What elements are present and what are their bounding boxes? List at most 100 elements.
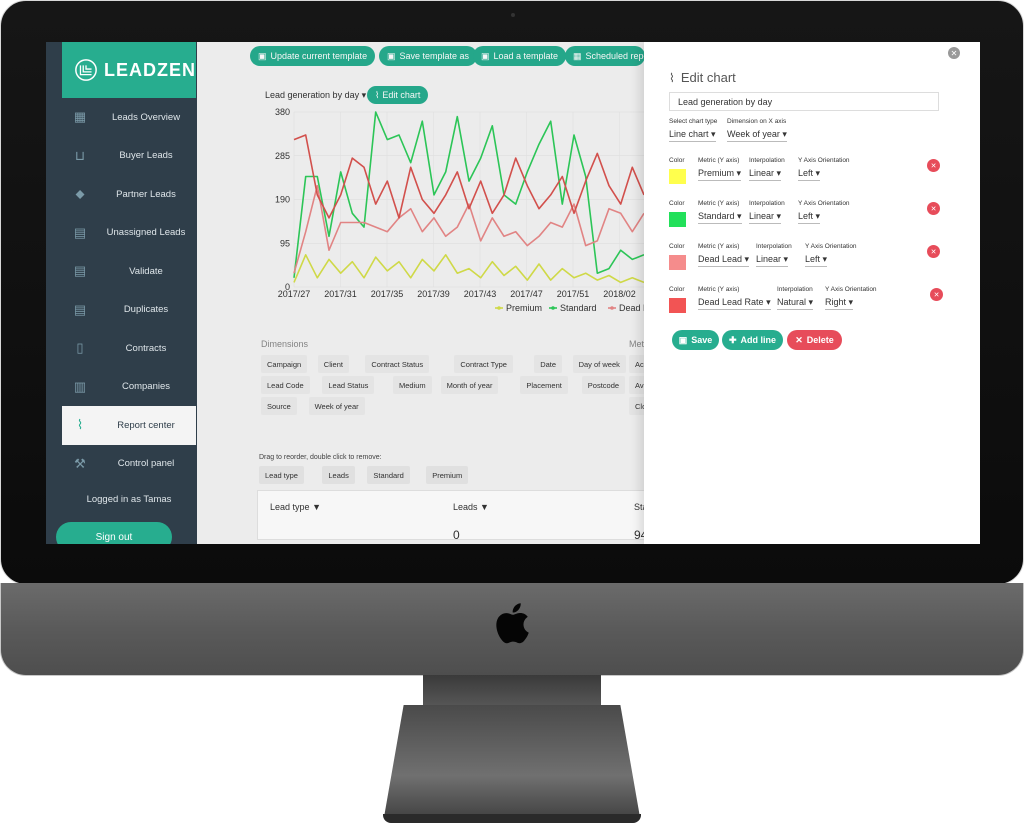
sidebar-item-label: Contracts	[125, 342, 167, 354]
imac-stand-foot	[383, 814, 641, 823]
edit-chart-modal: ✕ ⌇ Edit chart Select chart type Line ch…	[644, 42, 980, 544]
remove-line-icon[interactable]: ✕	[927, 245, 940, 258]
apple-logo-icon	[496, 603, 529, 644]
sidebar-item-companies[interactable]: ▥ Companies	[62, 368, 196, 407]
interpolation-select[interactable]: Linear ▾	[756, 254, 789, 267]
contract-icon: ▯	[76, 340, 84, 356]
sign-out-button[interactable]: Sign out	[56, 522, 172, 544]
metric-label: Metric (Y axis)	[698, 157, 740, 164]
add-line-label: Add line	[740, 335, 777, 345]
metric-select-value: Dead Lead Rate	[698, 297, 764, 307]
color-label: Color	[669, 286, 685, 293]
color-swatch[interactable]	[669, 255, 686, 270]
chart-name-input[interactable]	[669, 92, 939, 111]
interpolation-label: Interpolation	[756, 243, 792, 250]
close-icon: ✕	[795, 334, 803, 345]
interpolation-select-value: Linear	[749, 168, 775, 178]
sidebar-item-contracts[interactable]: ▯ Contracts	[62, 329, 196, 368]
imac-neck	[423, 675, 601, 710]
orientation-select-value: Left	[805, 254, 821, 264]
sidebar-item-report-center[interactable]: ⌇ Report center	[62, 406, 196, 445]
sidebar-item-label: Leads Overview	[111, 111, 181, 123]
chart-type-select[interactable]: Line chart ▾	[669, 129, 716, 142]
orientation-label: Y Axis Orientation	[805, 243, 857, 250]
orientation-select[interactable]: Left ▾	[805, 254, 828, 267]
add-line-button[interactable]: ✚ Add line	[722, 330, 783, 350]
chart-type-label: Select chart type	[669, 118, 718, 125]
modal-title: ⌇ Edit chart	[669, 70, 736, 85]
sidebar-item-label: Report center	[117, 419, 175, 431]
interpolation-select-value: Linear	[756, 254, 782, 264]
sidebar-item-label: Partner Leads	[116, 188, 176, 200]
metric-select[interactable]: Premium ▾	[698, 168, 742, 181]
sidebar-item-validate[interactable]: ▤ Validate	[62, 252, 196, 291]
modal-title-text: Edit chart	[680, 70, 736, 85]
interpolation-select-value: Natural	[777, 297, 807, 307]
metric-label: Metric (Y axis)	[698, 286, 740, 293]
color-label: Color	[669, 200, 685, 207]
orientation-label: Y Axis Orientation	[825, 286, 877, 293]
interpolation-select-value: Linear	[749, 211, 775, 221]
remove-line-icon[interactable]: ✕	[930, 288, 943, 301]
copy-icon: ▤	[73, 301, 87, 317]
remove-line-icon[interactable]: ✕	[927, 159, 940, 172]
camera-dot	[511, 13, 515, 17]
sidebar-item-unassigned-leads[interactable]: ▤ Unassigned Leads	[62, 214, 196, 253]
x-dimension-select[interactable]: Week of year ▾	[727, 129, 787, 142]
interpolation-select[interactable]: Linear ▾	[749, 211, 782, 224]
imac-mockup: LEADZEN ▦ Leads Overview ⊔ Buyer Leads ⬥…	[0, 0, 1024, 825]
checklist-icon: ▤	[73, 263, 87, 279]
building-icon: ▥	[73, 378, 87, 394]
wrench-icon: ⚒	[74, 455, 86, 471]
grid-icon: ▦	[73, 109, 87, 125]
delete-button[interactable]: ✕ Delete	[787, 330, 842, 350]
orientation-select-value: Left	[798, 168, 814, 178]
sidebar-item-partner-leads[interactable]: ⬥ Partner Leads	[62, 175, 196, 214]
leadzen-logo-icon	[75, 59, 97, 81]
interpolation-label: Interpolation	[777, 286, 813, 293]
plus-icon: ✚	[728, 334, 737, 345]
orientation-label: Y Axis Orientation	[798, 157, 850, 164]
interpolation-select[interactable]: Linear ▾	[749, 168, 782, 181]
sidebar-item-label: Duplicates	[123, 304, 169, 316]
color-swatch[interactable]	[669, 169, 686, 184]
sidebar-item-label: Companies	[121, 381, 171, 393]
chart-line-icon: ⌇	[76, 417, 84, 433]
metric-select[interactable]: Dead Lead ▾	[698, 254, 750, 267]
sidebar-item-label: Unassigned Leads	[106, 227, 186, 239]
color-label: Color	[669, 157, 685, 164]
interpolation-label: Interpolation	[749, 157, 785, 164]
orientation-select-value: Left	[798, 211, 814, 221]
sidebar-item-label: Control panel	[117, 458, 175, 470]
close-icon[interactable]: ✕	[948, 47, 960, 59]
save-label: Save	[691, 335, 713, 345]
metric-label: Metric (Y axis)	[698, 243, 740, 250]
sidebar-item-control-panel[interactable]: ⚒ Control panel	[62, 445, 196, 484]
brand-name: LEADZEN	[104, 59, 196, 80]
sidebar-item-buyer-leads[interactable]: ⊔ Buyer Leads	[62, 137, 196, 176]
delete-label: Delete	[806, 335, 834, 345]
sidebar-item-leads-overview[interactable]: ▦ Leads Overview	[62, 98, 196, 137]
documents-icon: ▤	[73, 224, 87, 240]
chart-type-value: Line chart	[669, 129, 709, 139]
orientation-select[interactable]: Left ▾	[798, 168, 821, 181]
color-swatch[interactable]	[669, 298, 686, 313]
color-swatch[interactable]	[669, 212, 686, 227]
save-button[interactable]: ▣ Save	[672, 330, 719, 350]
brand-logo[interactable]: LEADZEN	[62, 42, 196, 98]
metric-select-value: Dead Lead	[698, 254, 743, 264]
orientation-select[interactable]: Left ▾	[798, 211, 821, 224]
orientation-label: Y Axis Orientation	[798, 200, 850, 207]
x-dimension-value: Week of year	[727, 129, 780, 139]
sidebar-item-duplicates[interactable]: ▤ Duplicates	[62, 291, 196, 330]
metric-select[interactable]: Dead Lead Rate ▾	[698, 297, 771, 310]
interpolation-label: Interpolation	[749, 200, 785, 207]
sidebar: LEADZEN ▦ Leads Overview ⊔ Buyer Leads ⬥…	[46, 42, 197, 544]
sidebar-nav: ▦ Leads Overview ⊔ Buyer Leads ⬥ Partner…	[62, 98, 196, 483]
interpolation-select[interactable]: Natural ▾	[777, 297, 814, 310]
orientation-select[interactable]: Right ▾	[825, 297, 854, 310]
remove-line-icon[interactable]: ✕	[927, 202, 940, 215]
app-screen: LEADZEN ▦ Leads Overview ⊔ Buyer Leads ⬥…	[46, 42, 980, 544]
metric-select[interactable]: Standard ▾	[698, 211, 742, 224]
orientation-select-value: Right	[825, 297, 847, 307]
